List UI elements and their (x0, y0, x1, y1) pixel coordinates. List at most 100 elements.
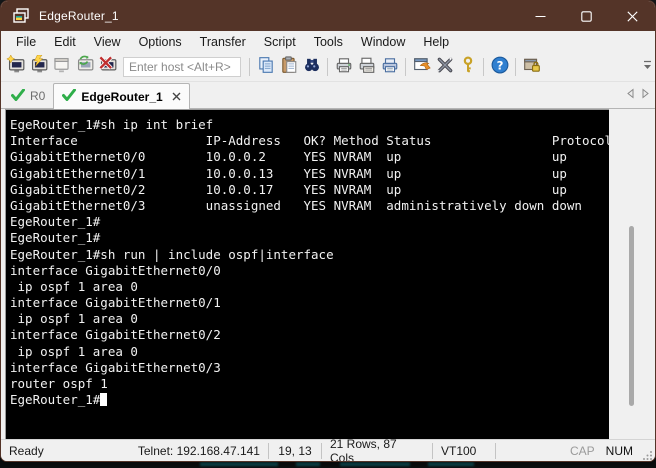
print-setup-icon (381, 56, 399, 79)
terminal-line: ip ospf 1 area 0 (10, 278, 138, 294)
help-button[interactable]: ? (488, 56, 511, 79)
disconnect-button[interactable] (96, 55, 119, 79)
tab-scroll-controls (625, 86, 651, 104)
connect-icon (29, 54, 48, 79)
toolbar-separator (483, 58, 484, 76)
terminal-line: interface GigabitEthernet0/1 (10, 295, 221, 311)
copy-icon (257, 56, 275, 79)
toolbar: ? (1, 53, 655, 82)
terminal-line: ip ospf 1 area 0 (10, 343, 138, 359)
status-terminal-size: 21 Rows, 87 Cols (329, 437, 397, 462)
terminal-line: EgeRouter_1# (10, 230, 101, 246)
terminal-line: router ospf 1 (10, 376, 108, 391)
connect-button[interactable] (27, 54, 50, 79)
connected-check-icon (62, 88, 77, 104)
window-controls (517, 1, 655, 31)
terminal-line: interface GigabitEthernet0/3 (10, 359, 221, 375)
tab-scroll-left-icon[interactable] (625, 86, 636, 104)
print-button[interactable] (355, 56, 378, 79)
tab-label: EdgeRouter_1 (81, 89, 163, 104)
background-window-artifact (296, 462, 320, 466)
terminal-line: EgeRouter_1# (10, 214, 101, 230)
session-options-icon (413, 56, 431, 79)
status-empty-cell (496, 443, 562, 459)
reconnect-icon (75, 55, 94, 79)
paste-icon (280, 55, 298, 79)
tab-bar: R0 EdgeRouter_1 (1, 82, 655, 109)
status-caps-lock: CAP (569, 444, 595, 458)
terminal-zone: EgeRouter_1#sh ip int brief Interface IP… (1, 109, 655, 439)
toolbar-separator (327, 58, 328, 76)
tab-r0[interactable]: R0 (3, 84, 53, 108)
toolbar-separator (515, 58, 516, 76)
terminal-line: interface GigabitEthernet0/2 (10, 327, 221, 343)
clear-screen-button[interactable] (433, 56, 456, 79)
svg-text:?: ? (496, 58, 503, 72)
terminal-line: interface GigabitEthernet0/0 (10, 262, 221, 278)
help-icon: ? (491, 56, 509, 79)
resize-grip[interactable] (641, 440, 655, 461)
menu-bar: File Edit View Options Transfer Script T… (1, 31, 655, 53)
key-agent-button[interactable] (456, 55, 479, 79)
menu-window[interactable]: Window (352, 33, 414, 51)
background-window-artifact (340, 462, 410, 466)
connect-in-tab-icon (52, 55, 71, 79)
connected-check-icon (11, 88, 25, 104)
maximize-button[interactable] (563, 1, 609, 31)
lock-session-button[interactable] (520, 56, 543, 79)
find-icon (303, 56, 321, 79)
terminal-line: GigabitEthernet0/1 10.0.0.13 YES NVRAM u… (10, 165, 567, 181)
terminal-line: GigabitEthernet0/2 10.0.0.17 YES NVRAM u… (10, 181, 567, 197)
toolbar-overflow-icon[interactable] (643, 59, 652, 77)
terminal[interactable]: EgeRouter_1#sh ip int brief Interface IP… (5, 109, 609, 439)
reconnect-button[interactable] (73, 55, 96, 79)
toolbar-separator (405, 58, 406, 76)
terminal-line: EgeRouter_1#sh run | include ospf|interf… (10, 246, 334, 262)
tab-close-icon[interactable] (172, 92, 181, 101)
menu-edit[interactable]: Edit (45, 33, 85, 51)
scrollbar-thumb[interactable] (629, 226, 634, 406)
terminal-line: EgeRouter_1#sh ip int brief (10, 117, 214, 132)
tab-edgerouter-1[interactable]: EdgeRouter_1 (53, 83, 190, 109)
terminal-cursor (100, 393, 108, 407)
menu-file[interactable]: File (7, 33, 45, 51)
session-options-button[interactable] (410, 56, 433, 79)
print-preview-icon (335, 56, 353, 79)
tab-scroll-right-icon[interactable] (640, 86, 651, 104)
securecrt-window: EdgeRouter_1 File Edit View Options Tran… (0, 0, 656, 462)
lock-session-icon (523, 56, 541, 79)
menu-script[interactable]: Script (255, 33, 305, 51)
terminal-line: GigabitEthernet0/3 unassigned YES NVRAM … (10, 197, 582, 213)
print-icon (358, 56, 376, 79)
minimize-button[interactable] (517, 1, 563, 31)
copy-button[interactable] (254, 56, 277, 79)
status-ready-cell: Ready Telnet: 192.168.47.141 (1, 443, 268, 459)
terminal-scrollbar[interactable] (609, 109, 655, 439)
toolbar-separator (249, 58, 250, 76)
menu-transfer[interactable]: Transfer (191, 33, 255, 51)
app-icon (13, 8, 31, 24)
quick-connect-button[interactable] (4, 54, 27, 79)
terminal-line: ip ospf 1 area 0 (10, 311, 138, 327)
menu-view[interactable]: View (85, 33, 130, 51)
print-setup-button[interactable] (378, 56, 401, 79)
connect-in-tab-button[interactable] (50, 56, 73, 79)
key-agent-icon (459, 55, 477, 79)
window-title: EdgeRouter_1 (39, 9, 119, 23)
menu-tools[interactable]: Tools (305, 33, 352, 51)
print-preview-button[interactable] (332, 56, 355, 79)
terminal-line: GigabitEthernet0/0 10.0.0.2 YES NVRAM up… (10, 149, 567, 165)
title-bar[interactable]: EdgeRouter_1 (1, 1, 655, 31)
terminal-prompt-line: EgeRouter_1# (10, 392, 609, 408)
find-button[interactable] (300, 56, 323, 79)
paste-button[interactable] (277, 55, 300, 79)
host-input[interactable] (123, 57, 241, 77)
background-window-artifact (428, 462, 474, 466)
status-ready: Ready (9, 444, 44, 458)
disconnect-icon (98, 55, 117, 79)
menu-help[interactable]: Help (414, 33, 458, 51)
close-button[interactable] (609, 1, 655, 31)
terminal-line: Interface IP-Address OK? Method Status P… (10, 133, 609, 149)
status-cursor-position: 19, 13 (278, 444, 312, 458)
menu-options[interactable]: Options (130, 33, 191, 51)
